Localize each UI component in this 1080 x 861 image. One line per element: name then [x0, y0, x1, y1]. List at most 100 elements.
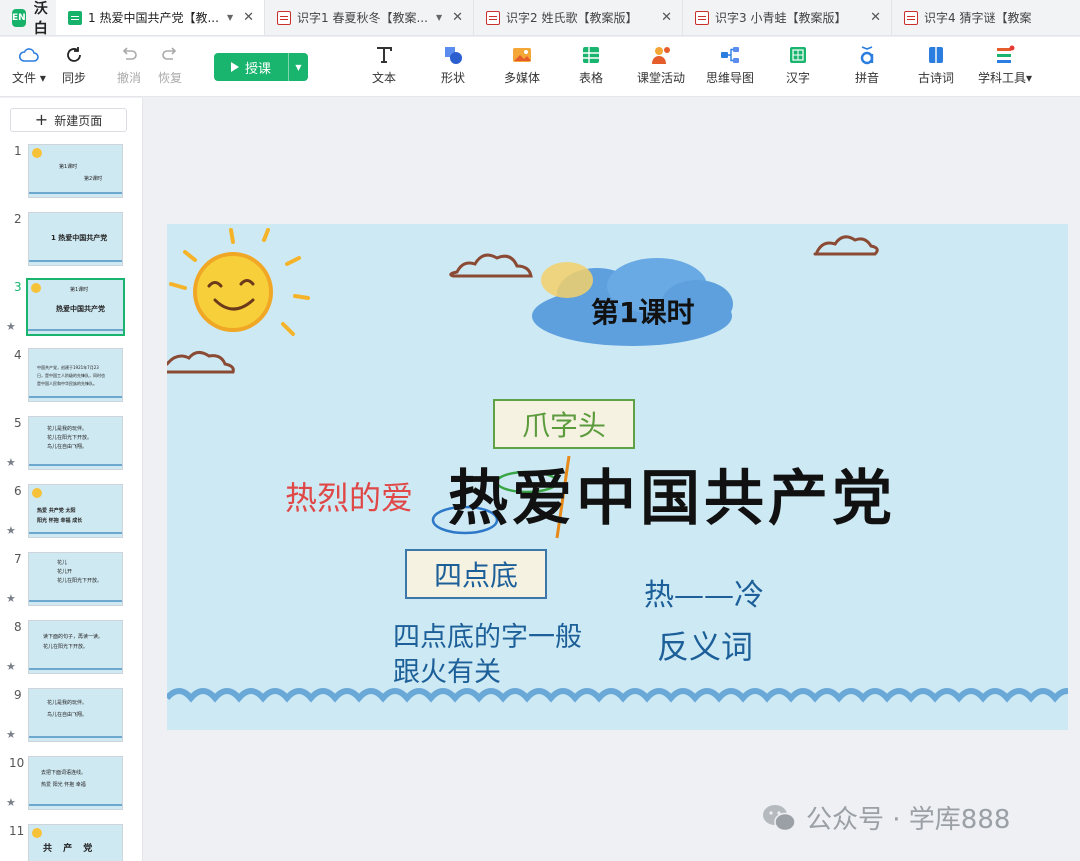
- bottom-radical-box[interactable]: 四点底: [405, 549, 547, 599]
- wechat-icon: [762, 804, 796, 832]
- undo-button[interactable]: 撤消: [117, 45, 141, 86]
- page-number: 6: [14, 484, 22, 498]
- thumbnail-preview[interactable]: 读下面的句子，再读一读。 花儿在阳光下开放。: [28, 620, 123, 674]
- thumb-text: 1 热爱中国共产党: [51, 234, 108, 242]
- page-number: 5: [14, 416, 22, 430]
- close-icon[interactable]: ✕: [870, 10, 881, 25]
- subject-tools-button[interactable]: 学科工具▾: [978, 45, 1032, 86]
- watermark-text: 公众号 · 学库888: [806, 805, 1011, 835]
- redo-icon: [160, 45, 180, 65]
- thumb-text: 读下面的句子，再读一读。: [43, 634, 104, 640]
- teach-start[interactable]: 授课: [214, 53, 288, 81]
- table-tool-button[interactable]: 表格: [579, 45, 603, 86]
- document-icon: [695, 10, 709, 25]
- sync-button[interactable]: 同步: [62, 45, 86, 86]
- tab-lesson-4[interactable]: 识字3 小青蛙【教案版】 ✕: [683, 0, 892, 35]
- tab-title: 识字1 春夏秋冬【教案...: [297, 11, 428, 25]
- thumbnail-preview[interactable]: 去把下面词语连线。 热爱 阳光 怀抱 幸福: [28, 756, 123, 810]
- antonym-pair: 热——冷: [644, 578, 764, 613]
- thumbnail-preview[interactable]: 1 热爱中国共产党: [28, 212, 123, 266]
- document-icon: [904, 10, 918, 25]
- thumbnail-preview[interactable]: 花儿是我的玩伴。 花儿在阳光下开放。 鸟儿在自由飞翔。: [28, 416, 123, 470]
- cloud-outline: [167, 235, 879, 374]
- page-thumbnails-panel: + 新建页面 1 第1课时 第2课时 2 1 热爱中国共产党 3 ★ 第1课时 …: [0, 98, 143, 861]
- thumb-text: 第1课时: [59, 164, 78, 170]
- thumb-wave: [29, 464, 122, 466]
- thumbnail-preview[interactable]: 共 产 党: [28, 824, 123, 861]
- star-icon: ★: [6, 456, 16, 469]
- page-number: 3: [14, 280, 22, 294]
- cloud-icon: [18, 45, 39, 65]
- star-icon: ★: [6, 728, 16, 741]
- poetry-tool-button[interactable]: 古诗词: [918, 45, 954, 86]
- page-number: 1: [14, 144, 22, 158]
- close-icon[interactable]: ✕: [243, 10, 254, 25]
- subject-tools-label: 学科工具▾: [978, 71, 1033, 85]
- mindmap-tool-button[interactable]: 思维导图: [706, 45, 754, 86]
- document-icon: [277, 10, 291, 25]
- thumbnail-preview[interactable]: 花儿 花儿开 花儿在阳光下开放。: [28, 552, 123, 606]
- redo-button[interactable]: 恢复: [158, 45, 182, 86]
- tool-label: 多媒体: [504, 71, 541, 85]
- sun-icon: [31, 283, 41, 293]
- close-icon[interactable]: ✕: [452, 10, 463, 25]
- plus-icon: +: [34, 110, 49, 129]
- thumbnail-preview[interactable]: 第1课时 热爱中国共产党: [26, 278, 125, 336]
- sun-icon: [32, 488, 42, 498]
- play-icon: [230, 62, 239, 72]
- redo-label: 恢复: [158, 71, 183, 85]
- thumb-text: 鸟儿在自由飞翔。: [47, 444, 88, 450]
- thumbnail-preview[interactable]: 花儿是我的玩伴。 鸟儿在自由飞翔。: [28, 688, 123, 742]
- toolbar: 文件 ▾ 同步 撤消 恢复 授课 ▼ 文本 形状 多媒体 表格 课堂活动 思维导…: [0, 37, 1080, 97]
- sun-icon: [32, 828, 42, 838]
- thumb-text: 花儿是我的玩伴。: [47, 426, 88, 432]
- chevron-down-icon[interactable]: ▼: [436, 13, 442, 22]
- tab-lesson-3[interactable]: 识字2 姓氏歌【教案版】 ✕: [474, 0, 683, 35]
- thumb-text: 共 产 党: [43, 844, 97, 854]
- activity-tool-button[interactable]: 课堂活动: [637, 45, 685, 86]
- thumb-wave: [29, 532, 122, 534]
- poetry-icon: [926, 45, 946, 65]
- close-icon[interactable]: ✕: [661, 10, 672, 25]
- text-tool-button[interactable]: 文本: [372, 45, 396, 86]
- media-tool-button[interactable]: 多媒体: [504, 45, 540, 86]
- thumb-text: 热爱 共产党 太阳: [37, 508, 76, 514]
- thumb-text: 花儿在阳光下开放。: [43, 644, 89, 650]
- sun-illustration: [169, 228, 310, 336]
- hanzi-tool-button[interactable]: 汉字: [786, 45, 810, 86]
- sun-icon: [32, 148, 42, 158]
- tool-label: 拼音: [855, 71, 880, 85]
- slide-canvas[interactable]: 第1课时 爪字头 热烈的爱 热爱中国共产党 四点底 四点底的字一般跟火有关 热—…: [167, 224, 1068, 730]
- shape-tool-button[interactable]: 形状: [441, 45, 465, 86]
- tab-lesson-2[interactable]: 识字1 春夏秋冬【教案... ▼ ✕: [265, 0, 474, 35]
- teach-button[interactable]: 授课 ▼: [214, 53, 308, 81]
- pinyin-tool-button[interactable]: 拼音: [855, 45, 879, 86]
- thumbnail-preview[interactable]: 热爱 共产党 太阳 阳光 怀抱 幸福 成长: [28, 484, 123, 538]
- undo-label: 撤消: [117, 71, 142, 85]
- media-icon: [512, 45, 532, 65]
- star-icon: ★: [6, 660, 16, 673]
- thumb-text: 第2课时: [84, 176, 103, 182]
- star-icon: ★: [6, 524, 16, 537]
- tab-lesson-5[interactable]: 识字4 猜字谜【教案: [892, 0, 1080, 35]
- hanzi-icon: [788, 45, 808, 65]
- file-menu-label: 文件 ▾: [12, 71, 46, 85]
- thumb-wave: [29, 600, 122, 602]
- chevron-down-icon[interactable]: ▼: [227, 13, 233, 22]
- page-number: 11: [9, 824, 25, 838]
- tool-label: 古诗词: [918, 71, 955, 85]
- top-radical-box[interactable]: 爪字头: [493, 399, 635, 449]
- file-menu-button[interactable]: 文件 ▾: [12, 45, 46, 86]
- new-page-button[interactable]: + 新建页面: [10, 108, 127, 132]
- thumb-text: 花儿在阳光下开放。: [47, 435, 93, 441]
- thumbnail-preview[interactable]: 中国共产党，创建于1921年7月23 日，是中国工人阶级的先锋队，同时也 是中国…: [28, 348, 123, 402]
- thumbnail-preview[interactable]: 第1课时 第2课时: [28, 144, 123, 198]
- page-number: 9: [14, 688, 22, 702]
- tool-label: 表格: [579, 71, 604, 85]
- pinyin-icon: [857, 45, 877, 65]
- tab-lesson-1[interactable]: 1 热爱中国共产党【教... ▼ ✕: [56, 0, 265, 35]
- page-number: 8: [14, 620, 22, 634]
- thumb-wave: [29, 260, 122, 262]
- chevron-down-icon[interactable]: ▼: [288, 53, 308, 81]
- document-icon: [68, 10, 82, 25]
